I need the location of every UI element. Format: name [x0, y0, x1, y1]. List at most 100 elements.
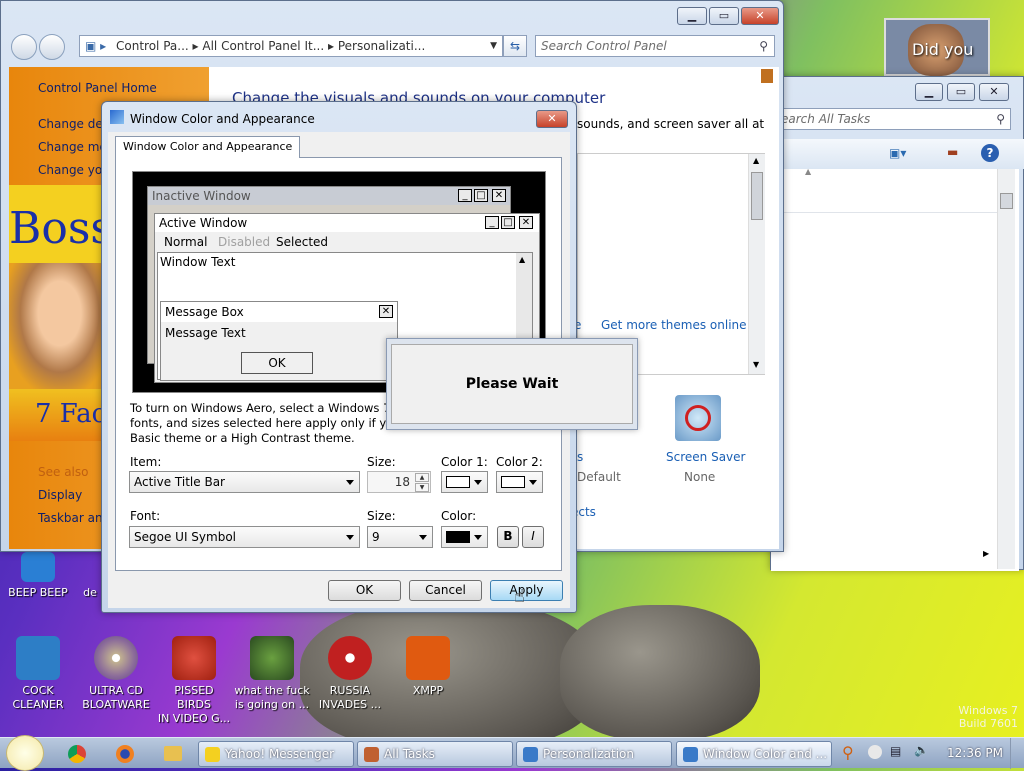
- desktop-icon-pissed-birds[interactable]: PISSED BIRDS IN VIDEO G...: [156, 636, 232, 726]
- menu-selected: Selected: [276, 235, 329, 249]
- sidebar-photo: [9, 263, 101, 389]
- desktop-icon-ultra-cd[interactable]: ULTRA CD BLOATWARE: [78, 636, 154, 712]
- font-color-picker[interactable]: [441, 526, 488, 548]
- aero-info-text: To turn on Windows Aero, select a Window…: [130, 401, 420, 446]
- font-size-value: 9: [372, 530, 380, 544]
- firefox-icon[interactable]: [116, 745, 134, 763]
- msgbox-text: Message Text: [165, 326, 246, 340]
- info-line: To turn on Windows Aero, select a Window…: [130, 401, 406, 415]
- radiation-icon: [328, 636, 372, 680]
- ok-button[interactable]: OK: [328, 580, 401, 601]
- tray-chevron-icon[interactable]: [868, 745, 882, 759]
- close-button[interactable]: ✕: [741, 7, 779, 25]
- scroll-right-arrow[interactable]: ▶: [983, 549, 989, 558]
- volume-icon[interactable]: 🔈: [914, 743, 929, 757]
- search-icon[interactable]: ⚲: [842, 743, 854, 762]
- breadcrumb-item[interactable]: Control Pa...: [116, 39, 189, 53]
- taskbar-button-personalization[interactable]: Personalization: [516, 741, 672, 767]
- preview-pane-icon[interactable]: ▬: [947, 145, 958, 159]
- content-area[interactable]: ▲ ▶: [771, 167, 1019, 571]
- vertical-scrollbar[interactable]: ▲ ▼: [748, 154, 765, 374]
- maximize-button[interactable]: ▭: [709, 7, 739, 25]
- scroll-thumb[interactable]: [751, 172, 763, 220]
- please-wait-panel: Please Wait: [391, 344, 633, 424]
- search-input[interactable]: Search Control Panel ⚲: [535, 35, 775, 57]
- sidebar-link-display[interactable]: Display: [38, 488, 82, 502]
- search-icon: ⚲: [996, 112, 1005, 126]
- network-icon[interactable]: ▤: [890, 744, 901, 758]
- dialog-icon: [110, 110, 124, 124]
- desktop-icon-what-the[interactable]: what the fuck is going on ...: [234, 636, 310, 712]
- desktop-icon-beep-beep[interactable]: BEEP BEEP: [0, 552, 76, 600]
- italic-button[interactable]: I: [522, 526, 544, 548]
- forward-button[interactable]: [39, 34, 65, 60]
- minimize-button[interactable]: ▁: [677, 7, 707, 25]
- apply-button[interactable]: Apply: [490, 580, 563, 601]
- breadcrumb-item[interactable]: All Control Panel It...: [202, 39, 324, 53]
- bold-button[interactable]: B: [497, 526, 519, 548]
- msgbox-ok-label: OK: [268, 356, 286, 370]
- view-icon[interactable]: ▣▾: [889, 146, 906, 160]
- beep-beep-icon: [21, 552, 55, 582]
- desktop-icon-russia[interactable]: RUSSIA INVADES ...: [312, 636, 388, 712]
- minimize-icon: _: [485, 216, 499, 229]
- ok-label: OK: [355, 583, 374, 597]
- chrome-icon[interactable]: [68, 745, 86, 763]
- desktop-icon-cock-cleaner[interactable]: COCK CLEANER: [0, 636, 76, 712]
- no-entry-icon: [685, 405, 711, 431]
- taskbar-button-all-tasks[interactable]: All Tasks: [357, 741, 513, 767]
- search-input[interactable]: earch All Tasks ⚲: [775, 108, 1011, 130]
- screen-saver-icon[interactable]: [675, 395, 721, 441]
- tab-window-color[interactable]: Window Color and Appearance: [115, 136, 301, 158]
- font-size-select[interactable]: 9: [367, 526, 433, 548]
- all-tasks-window[interactable]: ▁ ▭ ✕ earch All Tasks ⚲ ▣▾ ▬ ? ▲ ▶: [770, 76, 1024, 571]
- sidebar-link-taskbar[interactable]: Taskbar and: [38, 511, 110, 525]
- scroll-down-arrow[interactable]: ▼: [753, 360, 759, 369]
- sidebar-link[interactable]: Change des: [38, 117, 109, 131]
- taskbar-button-window-color[interactable]: Window Color and ...: [676, 741, 832, 767]
- search-icon: ⚲: [759, 39, 768, 53]
- maximize-button[interactable]: ▭: [947, 83, 975, 101]
- spin-up-icon[interactable]: ▲: [415, 473, 429, 482]
- refresh-button[interactable]: ⇆: [503, 35, 527, 57]
- get-more-themes-link[interactable]: Get more themes online: [601, 318, 747, 332]
- screen-saver-link[interactable]: Screen Saver: [666, 450, 745, 464]
- cancel-button[interactable]: Cancel: [409, 580, 482, 601]
- close-button[interactable]: ✕: [536, 110, 568, 128]
- desktop-icon-xmpp[interactable]: XMPP: [390, 636, 466, 698]
- chevron-down-icon[interactable]: ▼: [490, 36, 497, 56]
- help-icon[interactable]: [761, 69, 773, 83]
- sidebar-link[interactable]: Change you: [38, 163, 110, 177]
- sidebar-link[interactable]: Change mo: [38, 140, 107, 154]
- info-line: Basic theme or a High Contrast theme.: [130, 431, 355, 445]
- personalization-icon: [523, 747, 538, 762]
- back-button[interactable]: [11, 34, 37, 60]
- angry-bird-icon: [172, 636, 216, 680]
- sidebar-home-link[interactable]: Control Panel Home: [38, 81, 157, 95]
- chevron-down-icon: [346, 535, 354, 540]
- taskbar-button-label: Personalization: [543, 747, 634, 761]
- font-select[interactable]: Segoe UI Symbol: [129, 526, 360, 548]
- taskbar-button-yahoo[interactable]: Yahoo! Messenger: [198, 741, 354, 767]
- scroll-thumb[interactable]: [1000, 193, 1013, 209]
- scroll-up-arrow[interactable]: ▲: [753, 156, 759, 165]
- folder-icon[interactable]: [164, 746, 182, 761]
- item-select[interactable]: Active Title Bar: [129, 471, 360, 493]
- spin-down-icon[interactable]: ▼: [415, 483, 429, 492]
- show-desktop-button[interactable]: [1010, 738, 1024, 769]
- breadcrumb-item[interactable]: Personalizati...: [338, 39, 425, 53]
- chevron-down-icon: [474, 535, 482, 540]
- vertical-scrollbar[interactable]: [997, 169, 1015, 569]
- help-icon[interactable]: ?: [981, 144, 999, 162]
- color1-picker[interactable]: [441, 471, 488, 493]
- clock[interactable]: 12:36 PM: [947, 746, 1003, 760]
- color2-picker[interactable]: [496, 471, 543, 493]
- sounds-link[interactable]: s: [577, 450, 583, 464]
- photo-gadget[interactable]: Did you: [884, 18, 990, 76]
- chevron-down-icon: [529, 480, 537, 485]
- close-button[interactable]: ✕: [979, 83, 1009, 101]
- address-bar[interactable]: ▣ ▸ Control Pa... ▸ All Control Panel It…: [79, 35, 503, 57]
- start-button[interactable]: [6, 735, 44, 771]
- item-size-input[interactable]: 18 ▲ ▼: [367, 471, 431, 493]
- minimize-button[interactable]: ▁: [915, 83, 943, 101]
